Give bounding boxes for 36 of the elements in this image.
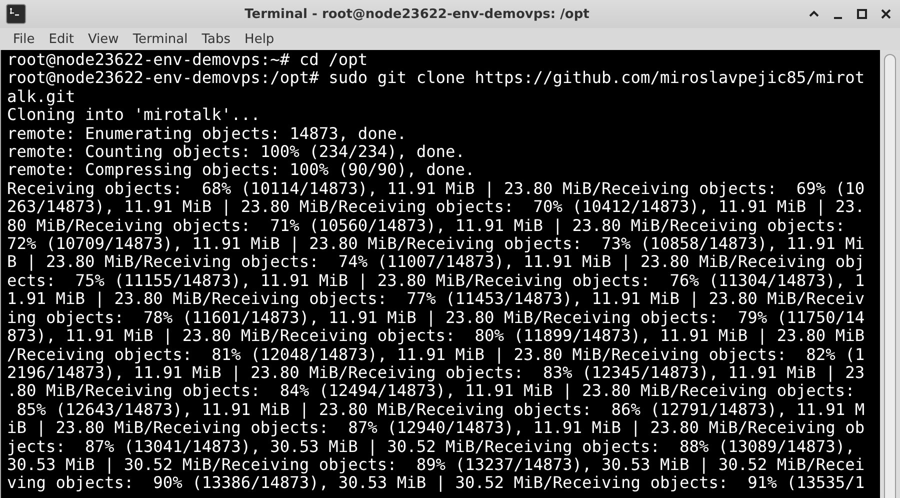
terminal-line: 30.53 MiB | 30.52 MiB/Receiving objects: 89% (13237/14873), 30.53 MiB | 30.52 MiB/Recei (7, 456, 865, 474)
menu-item[interactable]: Terminal (126, 30, 195, 48)
menu-item[interactable]: Help (238, 30, 282, 48)
window-title: Terminal - root@node23622-env-demovps: /opt (244, 6, 590, 22)
close-icon[interactable] (880, 8, 892, 20)
menu-item[interactable]: File (6, 30, 42, 48)
terminal-line: remote: Compressing objects: 100% (90/90), done. (7, 161, 475, 180)
terminal-line: root@node23622-env-demovps:/opt# sudo git clone https://github.com/miroslavpejic85/mirot (7, 69, 865, 88)
menu-item[interactable]: View (80, 30, 126, 48)
terminal-line: remote: Enumerating objects: 14873, done. (7, 124, 407, 144)
terminal-line: Receiving objects: 68% (10114/14873), 11.91 MiB | 23.80 MiB/Receiving objects: 69% (10 (7, 180, 865, 198)
terminal-line: jects: 87% (13041/14873), 30.53 MiB | 30.52 MiB/Receiving objects: 88% (13089/14873), (7, 438, 855, 456)
scroll-thumb[interactable] (884, 54, 896, 498)
terminal-line: .80 MiB/Receiving objects: 84% (12494/14873), 11.91 MiB | 23.80 MiB/Receiving objects: (7, 382, 855, 401)
terminal-line: 80 MiB/Receiving objects: 71% (10560/14873), 11.91 MiB | 23.80 MiB/Receiving objects: (7, 216, 846, 236)
terminal-line: 85% (12643/14873), 11.91 MiB | 23.80 MiB/Receiving objects: 86% (12791/14873), 11.91 M (16, 400, 865, 420)
scroll-bar[interactable] (880, 50, 900, 498)
terminal-line: iB | 23.80 MiB/Receiving objects: 87% (12940/14873), 11.91 MiB | 23.80 MiB/Receiving ob (7, 419, 865, 438)
terminal-line: 2196/14873), 11.91 MiB | 23.80 MiB/Receiving objects: 83% (12345/14873), 11.91 MiB | 23 (7, 364, 865, 382)
terminal-line: ing objects: 78% (11601/14873), 11.91 MiB | 23.80 MiB/Receiving objects: 79% (11750/14 (7, 308, 865, 328)
menu-item[interactable]: Tabs (194, 30, 238, 48)
terminal-icon[interactable] (6, 4, 26, 24)
terminal-line: remote: Counting objects: 100% (234/234), done. (7, 143, 466, 162)
terminal-line: alk.git (7, 88, 76, 106)
terminal-line: 72% (10709/14873), 11.91 MiB | 23.80 MiB/Receiving objects: 73% (10858/14873), 11.91 Mi (7, 235, 865, 254)
terminal-line: 263/14873), 11.91 MiB | 23.80 MiB/Receiving objects: 70% (10412/14873), 11.91 MiB | 23. (7, 198, 865, 217)
terminal-line: root@node23622-env-demovps:~# cd /opt (7, 51, 368, 70)
terminal-line: 1.91 MiB | 23.80 MiB/Receiving objects: 77% (11453/14873), 11.91 MiB | 23.80 MiB/Receiv (7, 290, 865, 309)
terminal-line: Cloning into 'mirotalk'... (7, 106, 260, 125)
terminal-line: ving objects: 90% (13386/14873), 30.53 MiB | 30.52 MiB/Receiving objects: 91% (13535/1 (7, 474, 865, 493)
maximize-icon[interactable] (856, 8, 868, 20)
terminal-line: B | 23.80 MiB/Receiving objects: 74% (11007/14873), 11.91 MiB | 23.80 MiB/Receiving obj (7, 253, 865, 272)
terminal-line: /Receiving objects: 81% (12048/14873), 11.91 MiB | 23.80 MiB/Receiving objects: 82% (1 (7, 346, 865, 364)
terminal-line: ects: 75% (11155/14873), 11.91 MiB | 23.80 MiB/Receiving objects: 76% (11304/14873), 1 (7, 272, 865, 290)
terminal-line: 873), 11.91 MiB | 23.80 MiB/Receiving objects: 80% (11899/14873), 11.91 MiB | 23.80 MiB (7, 327, 865, 346)
menu-item[interactable]: Edit (42, 30, 81, 48)
